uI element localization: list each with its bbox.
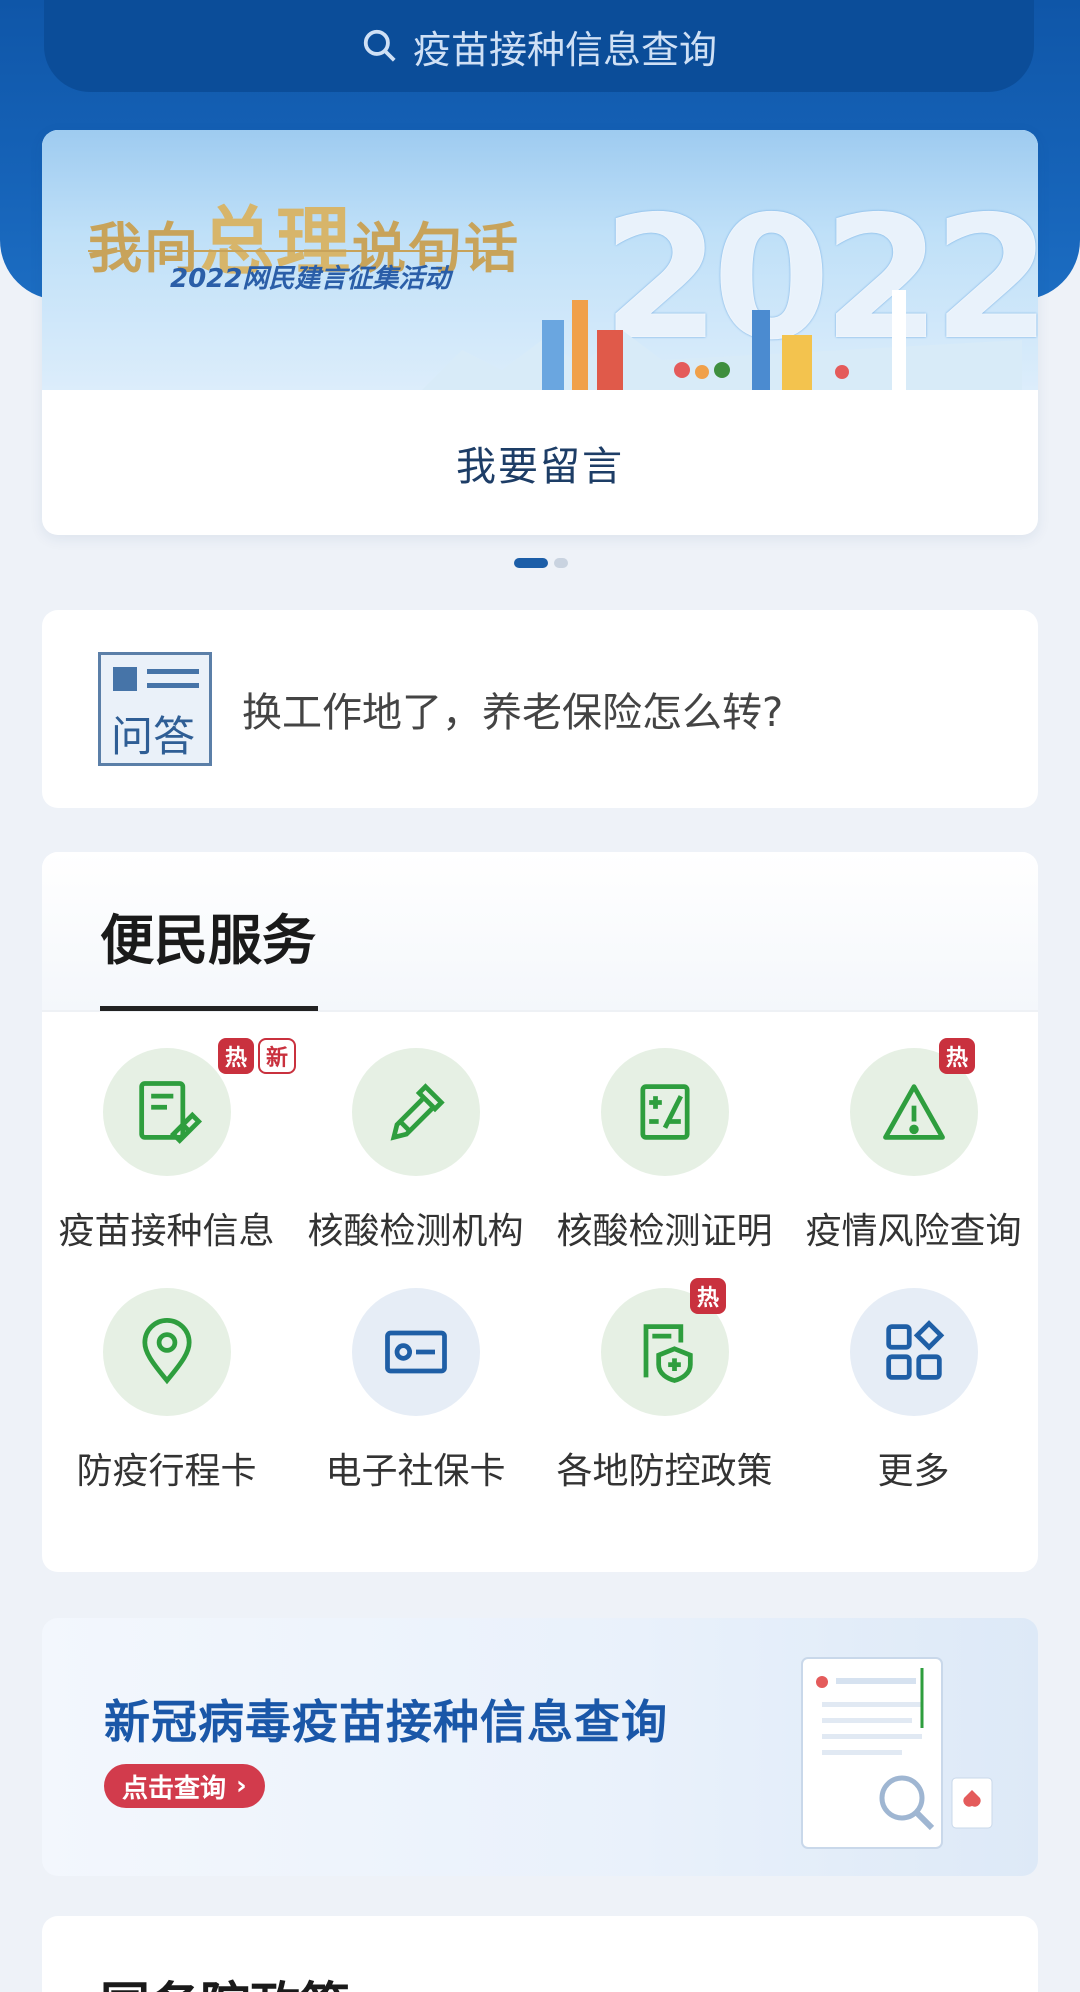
banner-subtitle: 2022网民建言征集活动: [170, 264, 451, 294]
service-label: 核酸检测机构: [307, 1211, 524, 1252]
search-bar[interactable]: 疫苗接种信息查询: [44, 0, 1034, 92]
banner-carousel[interactable]: 我向总理说句话 2022网民建言征集活动 2022 我要留言: [42, 130, 1038, 535]
service-local-policies[interactable]: 热 各地防控政策: [540, 1278, 789, 1494]
banner-divider: [88, 250, 508, 252]
id-card-icon: [351, 1288, 480, 1416]
service-label: 核酸检测证明: [556, 1211, 773, 1252]
calculator-icon: [600, 1048, 729, 1176]
document-illustration: [801, 1657, 993, 1849]
qa-card[interactable]: 问答 换工作地了，养老保险怎么转?: [42, 610, 1038, 808]
service-title: 便民服务: [100, 909, 316, 972]
service-more[interactable]: 更多: [789, 1288, 1038, 1494]
service-label: 各地防控政策: [556, 1451, 773, 1492]
carousel-dot-active: [514, 558, 548, 568]
qa-icon: 问答: [98, 652, 212, 766]
badge-group: 热 新: [218, 1038, 297, 1074]
promo-title: 新冠病毒疫苗接种信息查询: [104, 1695, 668, 1749]
leave-message-button[interactable]: 我要留言: [42, 390, 1038, 535]
policy-section-title: 国务院政策: [100, 1966, 350, 1992]
service-travel-card[interactable]: 防疫行程卡: [42, 1288, 291, 1494]
search-placeholder: 疫苗接种信息查询: [412, 27, 717, 72]
location-pin-icon: [102, 1288, 231, 1416]
service-label: 电子社保卡: [325, 1451, 506, 1492]
qa-icon-label: 问答: [111, 712, 196, 761]
hot-badge: 热: [690, 1278, 726, 1314]
carousel-indicator: [514, 558, 568, 568]
chevron-right-icon: ›: [236, 1771, 247, 1801]
service-section: 便民服务 热 新 疫苗接种信息 核酸检测机构 核酸检测证明 热 疫情风险查询 防…: [42, 852, 1038, 1572]
hot-badge: 热: [939, 1038, 975, 1074]
grid-icon: [849, 1288, 978, 1416]
search-icon: [363, 29, 396, 62]
service-nucleic-institutions[interactable]: 核酸检测机构: [291, 1048, 540, 1254]
policy-section: 国务院政策: [42, 1916, 1038, 1992]
service-header: 便民服务: [42, 852, 1038, 1012]
query-button[interactable]: 点击查询 ›: [104, 1764, 265, 1808]
vaccine-query-banner[interactable]: 新冠病毒疫苗接种信息查询 点击查询 ›: [42, 1618, 1038, 1876]
query-button-label: 点击查询: [122, 1773, 227, 1804]
city-skyline-illustration: [422, 290, 1022, 390]
service-title-underline: [100, 1006, 318, 1011]
service-social-security-card[interactable]: 电子社保卡: [291, 1288, 540, 1494]
service-label: 疫苗接种信息: [58, 1211, 275, 1252]
service-label: 疫情风险查询: [805, 1211, 1022, 1252]
badge-group: 热: [939, 1038, 975, 1074]
hot-badge: 热: [218, 1038, 254, 1074]
service-label: 更多: [877, 1451, 950, 1492]
banner-image[interactable]: 我向总理说句话 2022网民建言征集活动 2022: [42, 130, 1038, 390]
service-grid: 热 新 疫苗接种信息 核酸检测机构 核酸检测证明 热 疫情风险查询 防疫行程卡 …: [42, 1038, 1038, 1494]
carousel-dot: [554, 558, 568, 568]
dropper-icon: [351, 1048, 480, 1176]
service-label: 防疫行程卡: [76, 1451, 257, 1492]
badge-group: 热: [690, 1278, 726, 1314]
service-risk-query[interactable]: 热 疫情风险查询: [789, 1038, 1038, 1254]
service-vaccine-info[interactable]: 热 新 疫苗接种信息: [42, 1038, 297, 1254]
service-nucleic-certificate[interactable]: 核酸检测证明: [540, 1048, 789, 1254]
vaccine-record-icon: [102, 1048, 231, 1176]
qa-question: 换工作地了，养老保险怎么转?: [242, 690, 784, 736]
